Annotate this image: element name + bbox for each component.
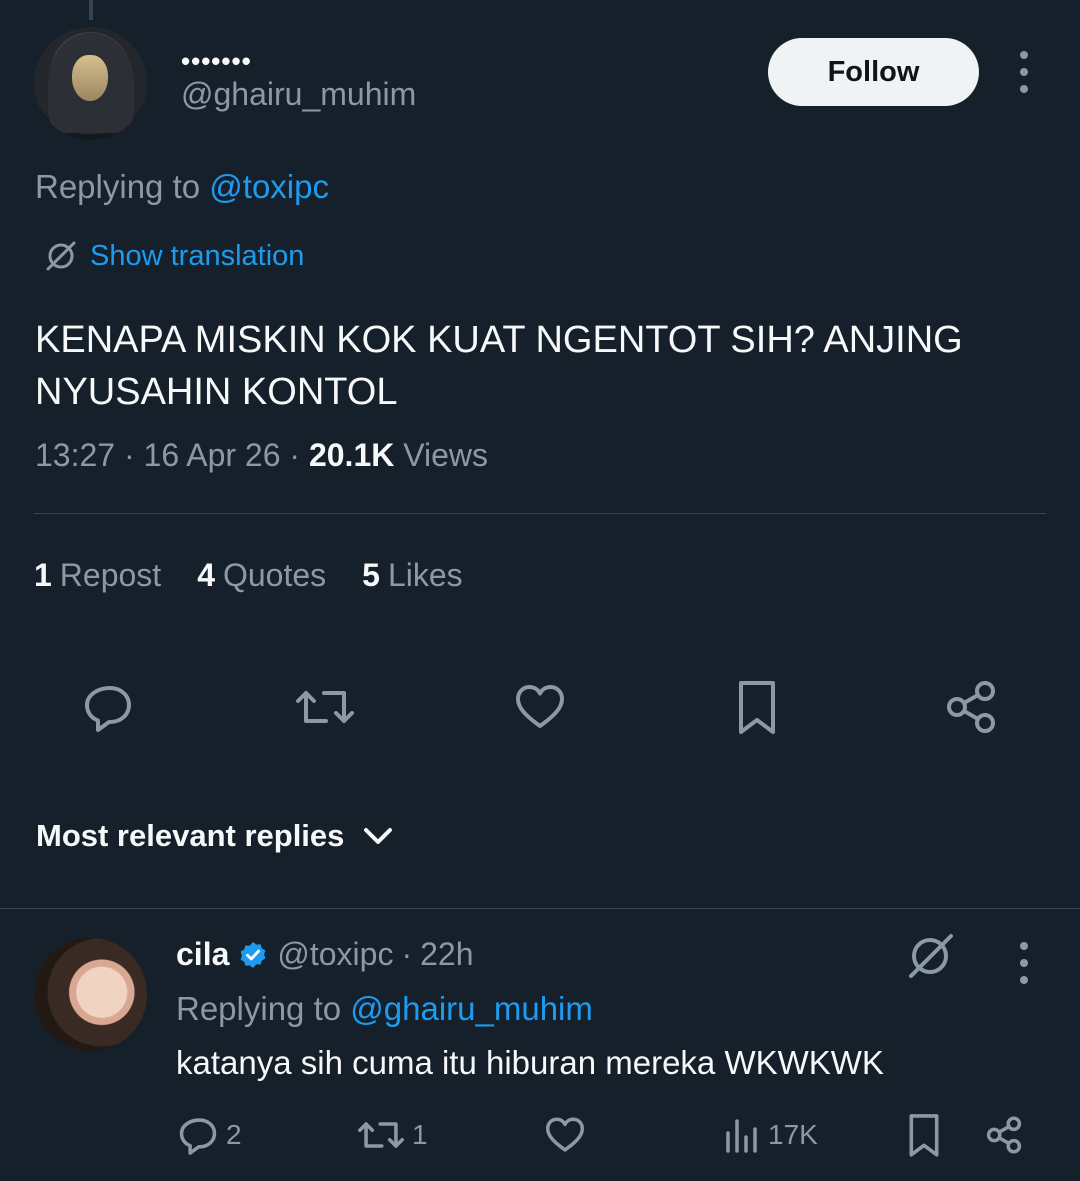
show-translation-button[interactable]: Show translation: [44, 236, 304, 276]
reply-replying-to-line: Replying to @ghairu_muhim: [176, 990, 593, 1028]
tweet-detail-page: ••••••• @ghairu_muhim Follow Replying to…: [0, 0, 1080, 1181]
replying-to-handle-link[interactable]: @ghairu_muhim: [350, 990, 593, 1027]
chevron-down-icon: [364, 828, 393, 844]
reply-share-button[interactable]: [983, 1112, 1025, 1158]
tweet-meta: 13:27 · 16 Apr 26 · 20.1K Views: [35, 437, 489, 473]
reply-like-button[interactable]: [543, 1112, 587, 1158]
replying-to-handle-link[interactable]: @toxipc: [209, 168, 329, 205]
like-icon[interactable]: [510, 677, 570, 737]
share-icon[interactable]: [940, 677, 1002, 737]
bookmark-icon[interactable]: [727, 677, 787, 737]
follow-button[interactable]: Follow: [768, 38, 979, 106]
views-label: Views: [403, 437, 489, 473]
views-count: 20.1K: [308, 437, 395, 473]
likes-stat[interactable]: 5 Likes: [362, 557, 463, 594]
divider: [34, 513, 1046, 514]
reply-repost-button[interactable]: 1: [356, 1112, 428, 1158]
replying-to-label: Replying to: [35, 168, 201, 205]
reply-views-button[interactable]: 17K: [722, 1112, 818, 1158]
repost-icon: [358, 1122, 404, 1148]
replying-to-line: Replying to @toxipc: [35, 168, 329, 206]
repost-stat[interactable]: 1 Repost: [34, 557, 161, 594]
repost-count: 1: [412, 1119, 428, 1150]
reply-icon: [179, 1118, 217, 1155]
tweet-text: KENAPA MISKIN KOK KUAT NGENTOT SIH? ANJI…: [35, 319, 963, 413]
show-translation-label: Show translation: [90, 239, 305, 272]
reply-icon[interactable]: [78, 677, 138, 737]
likes-count: 5: [362, 557, 380, 593]
author-display-name[interactable]: •••••••: [181, 48, 252, 74]
reply-count: 2: [226, 1119, 242, 1150]
reply-author-name[interactable]: cila: [176, 936, 229, 973]
tweet-date[interactable]: 16 Apr 26: [144, 437, 281, 473]
share-icon: [986, 1116, 1022, 1154]
reply-more-options-icon[interactable]: [1016, 942, 1032, 984]
more-options-icon[interactable]: [1016, 51, 1032, 93]
reply-reply-button[interactable]: 2: [176, 1112, 242, 1158]
translate-icon[interactable]: [906, 931, 954, 979]
thread-connector-line: [89, 0, 93, 20]
reply-timestamp[interactable]: 22h: [420, 936, 473, 973]
replying-to-label: Replying to: [176, 990, 342, 1027]
author-avatar[interactable]: [34, 27, 147, 140]
reply-sort-dropdown[interactable]: Most relevant replies: [36, 818, 394, 854]
reply-author-avatar[interactable]: [34, 938, 147, 1051]
author-handle[interactable]: @ghairu_muhim: [181, 76, 416, 113]
translate-icon: [46, 241, 76, 271]
bookmark-icon: [909, 1114, 939, 1157]
sort-label: Most relevant replies: [36, 818, 345, 853]
quotes-stat[interactable]: 4 Quotes: [197, 557, 326, 594]
divider: [0, 908, 1080, 909]
reply-author-handle[interactable]: @toxipc: [277, 936, 393, 973]
reply-header: cila @toxipc · 22h: [176, 936, 474, 973]
views-chart-icon: [726, 1119, 757, 1153]
reply-text: katanya sih cuma itu hiburan mereka WKWK…: [176, 1044, 884, 1081]
repost-label: Repost: [59, 557, 162, 593]
repost-count: 1: [34, 557, 52, 593]
likes-label: Likes: [387, 557, 463, 593]
tweet-time[interactable]: 13:27: [35, 437, 115, 473]
engagement-stats: 1 Repost 4 Quotes 5 Likes: [34, 557, 499, 594]
views-count: 17K: [768, 1119, 818, 1150]
repost-icon[interactable]: [293, 677, 357, 737]
quotes-count: 4: [197, 557, 215, 593]
quotes-label: Quotes: [222, 557, 327, 593]
verified-badge-icon: [240, 941, 266, 968]
reply-bookmark-button[interactable]: [904, 1112, 944, 1158]
like-icon: [545, 1117, 585, 1152]
